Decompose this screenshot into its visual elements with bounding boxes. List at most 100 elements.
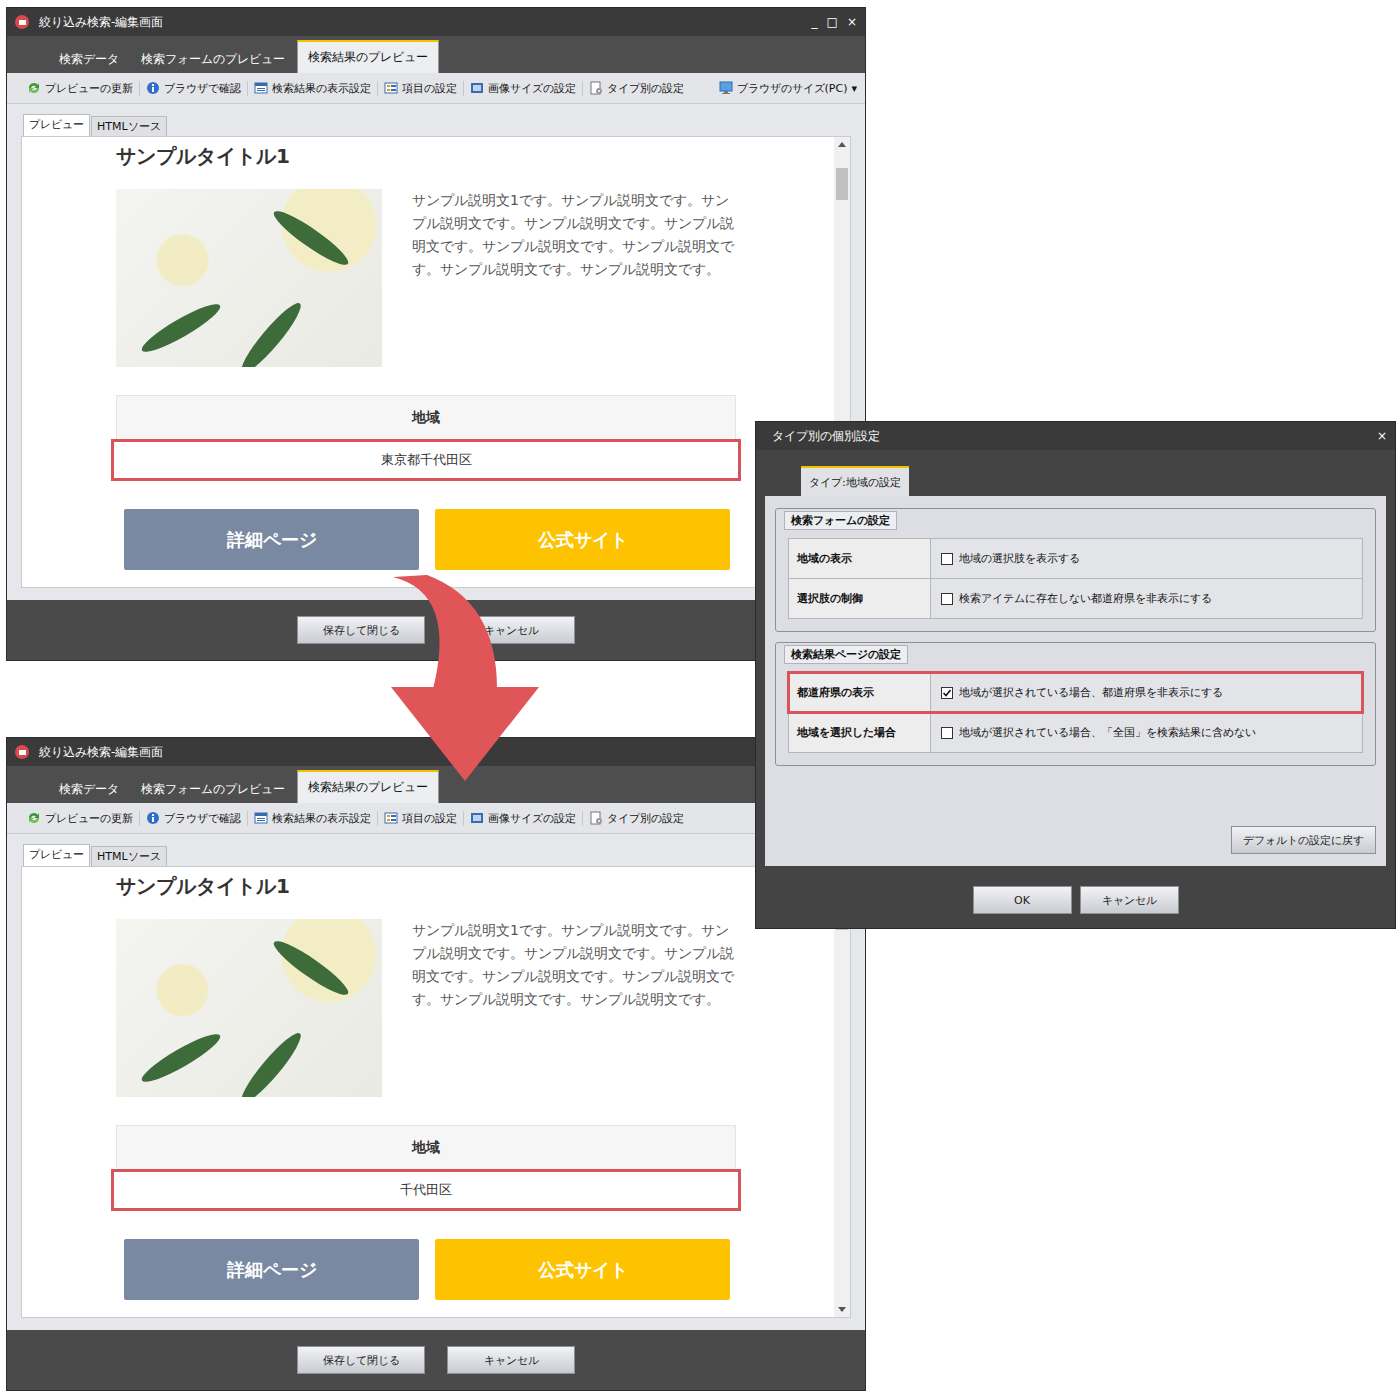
- toolbar-label: タイプ別の設定: [607, 811, 684, 826]
- sub-tab[interactable]: HTMLソース: [91, 846, 167, 866]
- reset-row: デフォルトの設定に戻す: [775, 826, 1376, 854]
- checkbox[interactable]: [941, 553, 953, 565]
- toolbar-button[interactable]: ブラウザのサイズ(PC)▾: [713, 81, 865, 96]
- window-control[interactable]: _: [812, 15, 818, 29]
- window-title: 絞り込み検索-編集画面: [39, 14, 802, 31]
- cancel-button[interactable]: キャンセル: [447, 1346, 575, 1374]
- scroll-up-icon[interactable]: [838, 142, 846, 147]
- dialog-footer: OK キャンセル: [765, 866, 1386, 934]
- setting-value[interactable]: 地域の選択肢を表示する: [931, 539, 1362, 578]
- toolbar-label: 項目の設定: [402, 811, 457, 826]
- group-rows: 地域の表示地域の選択肢を表示する選択肢の制御検索アイテムに存在しない都道府県を非…: [788, 538, 1363, 619]
- save-close-button[interactable]: 保存して閉じる: [297, 616, 425, 644]
- editor-window: 絞り込み検索-編集画面 _ □ × 検索データ検索フォームのプレビュー検索結果のプレビュ…: [7, 8, 865, 660]
- tab-bar: 検索データ検索フォームのプレビュー検索結果のプレビュー: [7, 766, 865, 803]
- preview-pane: サンプルタイトル1サンプル説明文1です。サンプル説明文です。サンプル説明文です。…: [21, 866, 851, 1318]
- toolbar-label: 項目の設定: [402, 81, 457, 96]
- sub-tabs: プレビューHTMLソース: [21, 842, 851, 866]
- window-control[interactable]: □: [827, 15, 838, 29]
- editor-window: 絞り込み検索-編集画面_□×検索データ検索フォームのプレビュー検索結果のプレビュ…: [7, 738, 865, 1390]
- scrollbar[interactable]: [834, 867, 850, 1317]
- group-rows: 都道府県の表示 地域が選択されている場合、都道府県を非表示にする地域を選択した場合…: [788, 672, 1363, 753]
- result-description: サンプル説明文1です。サンプル説明文です。サンプル説明文です。サンプル説明文です…: [412, 919, 738, 1097]
- reset-button[interactable]: デフォルトの設定に戻す: [1231, 826, 1376, 854]
- toolbar-button[interactable]: 検索結果の表示設定: [247, 81, 377, 96]
- info-icon: [146, 811, 160, 825]
- toolbar-button[interactable]: 画像サイズの設定: [463, 81, 582, 96]
- info-icon: [146, 81, 160, 95]
- tab-bar: 検索データ検索フォームのプレビュー検索結果のプレビュー: [7, 36, 865, 73]
- toolbar-button[interactable]: 画像サイズの設定: [463, 811, 582, 826]
- sub-tab[interactable]: プレビュー: [23, 114, 90, 136]
- option-label: 地域が選択されている場合、都道府県を非表示にする: [959, 685, 1223, 700]
- toolbar-button[interactable]: 検索結果の表示設定: [247, 811, 377, 826]
- setting-row: 都道府県の表示 地域が選択されている場合、都道府県を非表示にする: [789, 673, 1362, 712]
- scroll-track: [836, 882, 848, 1302]
- result-body: サンプル説明文1です。サンプル説明文です。サンプル説明文です。サンプル説明文です…: [116, 919, 738, 1097]
- toolbar-button[interactable]: ブラウザで確認: [139, 81, 247, 96]
- setting-value[interactable]: 検索アイテムに存在しない都道府県を非表示にする: [931, 579, 1362, 618]
- check-icon: [942, 688, 952, 698]
- field-value: 千代田区: [113, 1171, 739, 1209]
- items-icon: [384, 81, 398, 95]
- tab[interactable]: 検索フォームのプレビュー: [131, 775, 295, 803]
- sub-tab[interactable]: プレビュー: [23, 844, 90, 866]
- save-close-button[interactable]: 保存して閉じる: [297, 1346, 425, 1374]
- refresh-icon: [27, 811, 41, 825]
- setting-label: 地域の表示: [789, 539, 931, 578]
- toolbar-label: ブラウザで確認: [164, 81, 241, 96]
- cancel-button[interactable]: キャンセル: [1080, 886, 1179, 914]
- toolbar-button[interactable]: プレビューの更新: [21, 811, 139, 826]
- toolbar-label: タイプ別の設定: [607, 81, 684, 96]
- result-button[interactable]: 詳細ページ: [124, 1239, 419, 1300]
- toolbar-button[interactable]: 項目の設定: [377, 81, 463, 96]
- toolbar-label: 検索結果の表示設定: [272, 81, 371, 96]
- field-value: 東京都千代田区: [113, 441, 739, 479]
- scroll-thumb[interactable]: [836, 168, 848, 200]
- scroll-down-icon[interactable]: [838, 1307, 846, 1312]
- dialog-body: タイプ:地域の設定検索フォームの設定地域の表示地域の選択肢を表示する選択肢の制御…: [756, 450, 1395, 934]
- toolbar-label: 画像サイズの設定: [488, 81, 576, 96]
- dialog-tab[interactable]: タイプ:地域の設定: [801, 466, 909, 496]
- result-button[interactable]: 詳細ページ: [124, 509, 419, 570]
- close-button[interactable]: ×: [1377, 429, 1387, 443]
- window-footer: 保存して閉じるキャンセル: [7, 1330, 865, 1390]
- settings-dialog: タイプ別の個別設定×タイプ:地域の設定検索フォームの設定地域の表示地域の選択肢を…: [756, 422, 1395, 928]
- setting-label: 都道府県の表示: [789, 673, 931, 712]
- result-button[interactable]: 公式サイト: [435, 1239, 730, 1300]
- setting-value[interactable]: 地域が選択されている場合、都道府県を非表示にする: [931, 673, 1362, 712]
- dialog-tabs: タイプ:地域の設定: [765, 458, 1386, 496]
- sub-tabs: プレビューHTMLソース: [21, 112, 851, 136]
- dialog-title-bar: タイプ別の個別設定×: [756, 422, 1395, 450]
- result-buttons: 詳細ページ公式サイト: [116, 1239, 738, 1300]
- result-button[interactable]: 公式サイト: [435, 509, 730, 570]
- checkbox[interactable]: [941, 727, 953, 739]
- tab[interactable]: 検索結果のプレビュー: [297, 40, 439, 73]
- toolbar-button[interactable]: 項目の設定: [377, 811, 463, 826]
- window-control[interactable]: ×: [847, 15, 857, 29]
- window-title: 絞り込み検索-編集画面: [39, 744, 802, 761]
- checkbox[interactable]: [941, 687, 953, 699]
- checkbox[interactable]: [941, 593, 953, 605]
- sub-tab[interactable]: HTMLソース: [91, 116, 167, 136]
- app-icon: [15, 745, 29, 759]
- monitor-icon: [719, 81, 733, 95]
- toolbar-button[interactable]: タイプ別の設定: [582, 811, 690, 826]
- toolbar-button[interactable]: プレビューの更新: [21, 81, 139, 96]
- toolbar-label: ブラウザのサイズ(PC): [737, 81, 848, 96]
- ok-button[interactable]: OK: [973, 886, 1072, 914]
- window-controls: _ □ ×: [812, 15, 857, 29]
- tab[interactable]: 検索データ: [49, 45, 129, 73]
- setting-label: 地域を選択した場合: [789, 713, 931, 752]
- field-table: 地域千代田区: [116, 1125, 736, 1209]
- toolbar-button[interactable]: タイプ別の設定: [582, 81, 690, 96]
- result-image: [116, 189, 382, 367]
- table-icon: [254, 81, 268, 95]
- tab[interactable]: 検索結果のプレビュー: [297, 770, 439, 803]
- toolbar-button[interactable]: ブラウザで確認: [139, 811, 247, 826]
- tab[interactable]: 検索フォームのプレビュー: [131, 45, 295, 73]
- result-card: サンプルタイトル1サンプル説明文1です。サンプル説明文です。サンプル説明文です。…: [116, 873, 738, 1300]
- setting-value[interactable]: 地域が選択されている場合、「全国」を検索結果に含めない: [931, 713, 1362, 752]
- tab[interactable]: 検索データ: [49, 775, 129, 803]
- result-description: サンプル説明文1です。サンプル説明文です。サンプル説明文です。サンプル説明文です…: [412, 189, 738, 367]
